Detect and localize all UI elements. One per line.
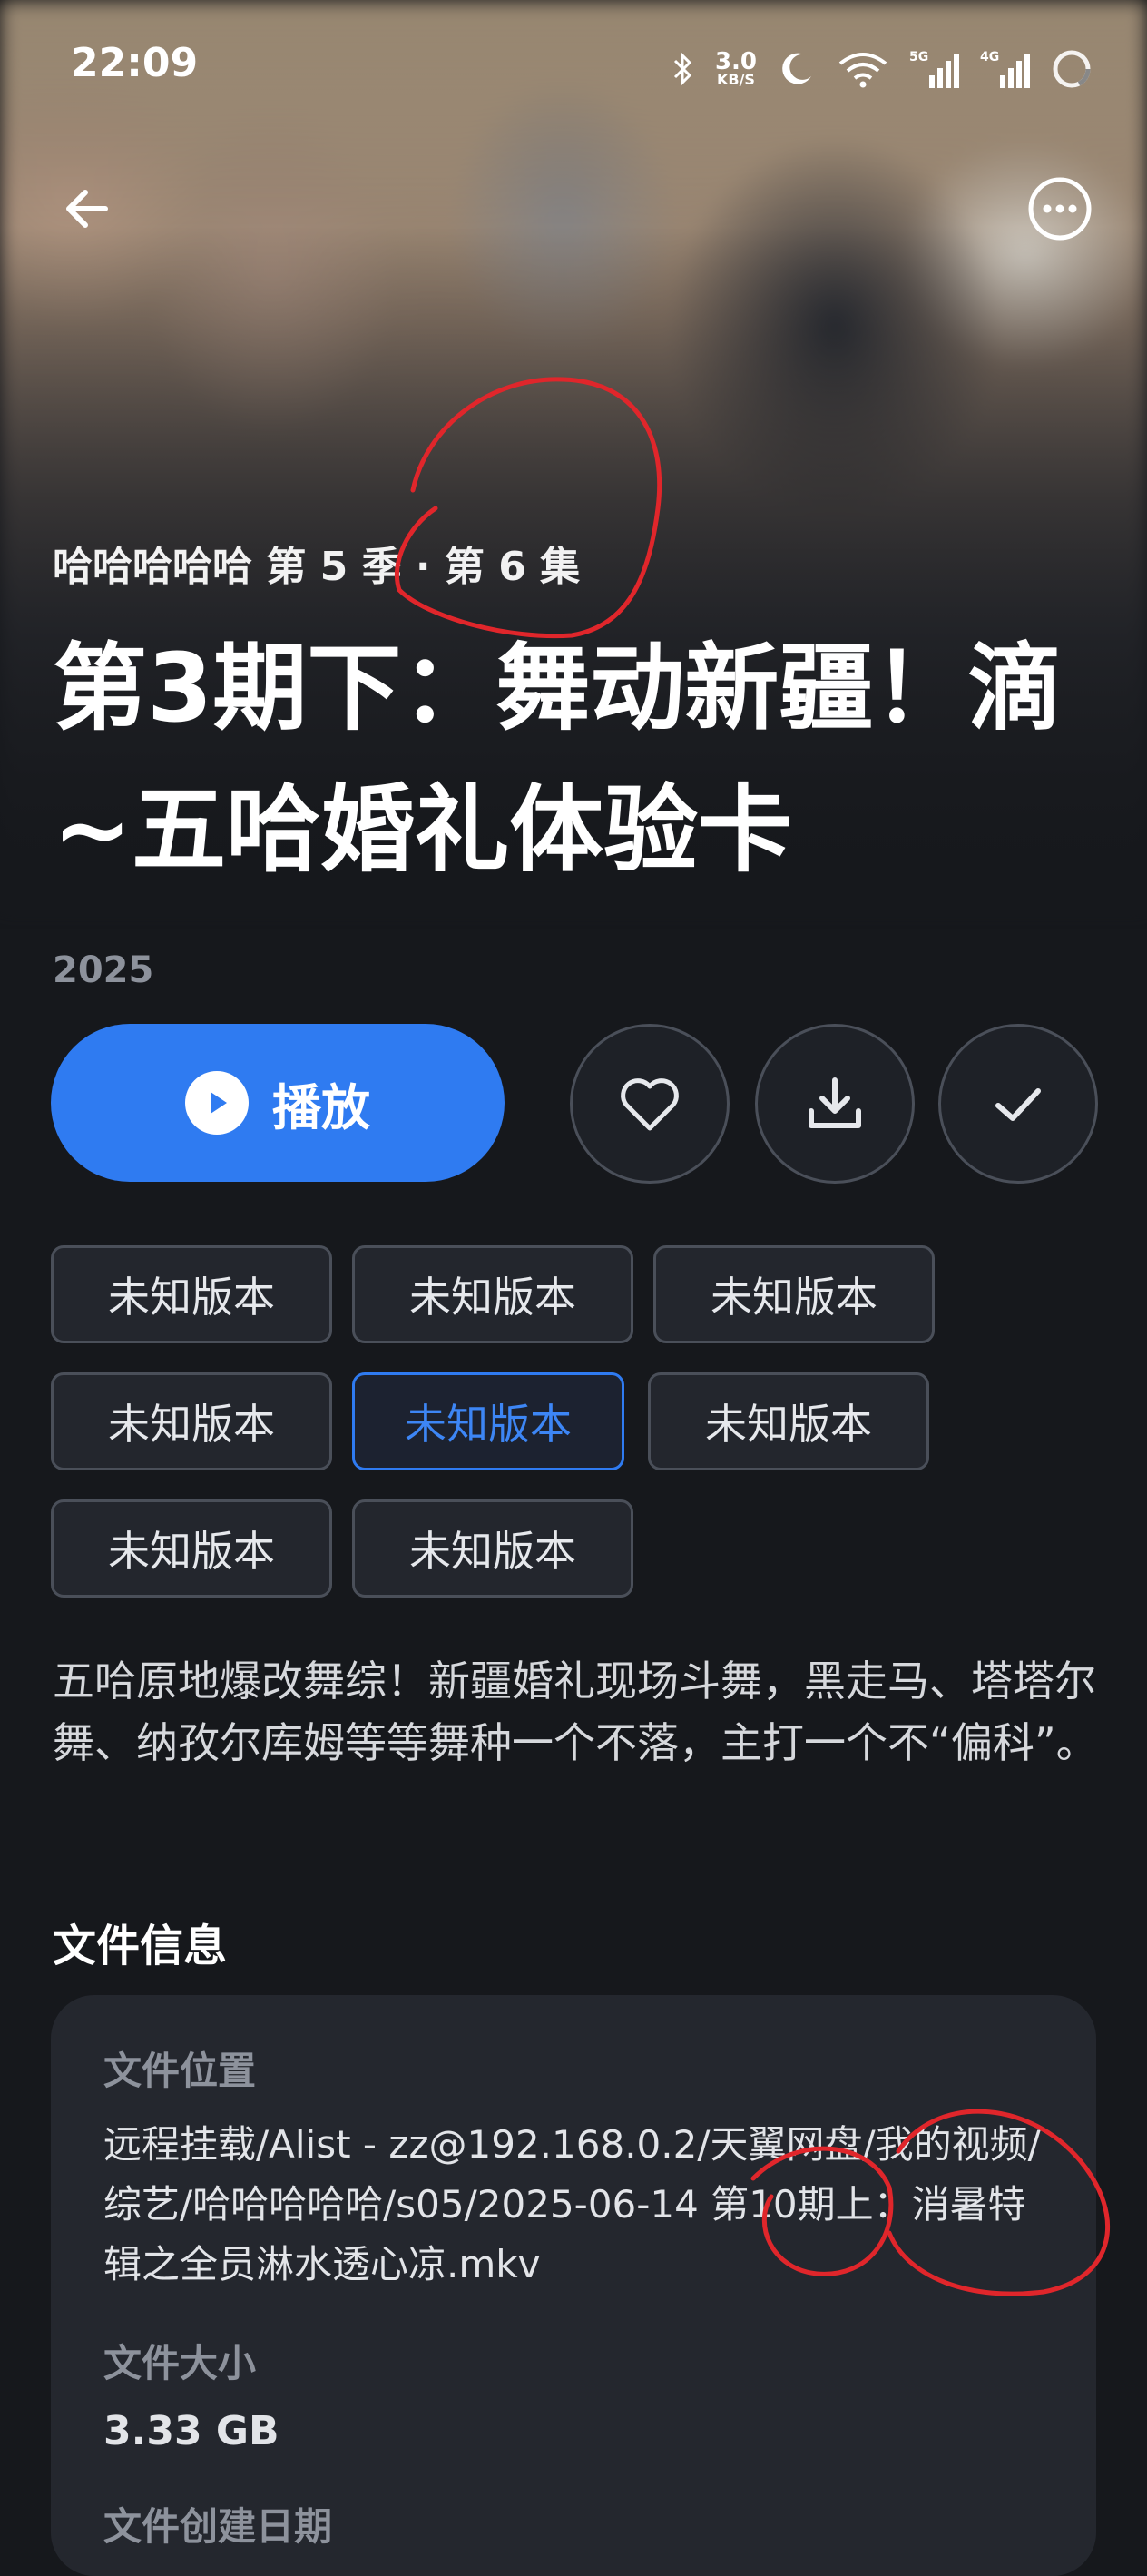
heart-icon xyxy=(621,1078,679,1131)
episode-description: 五哈原地爆改舞综！新疆婚礼现场斗舞，黑走马、塔塔尔舞、纳孜尔库姆等等舞种一个不落… xyxy=(53,1657,1098,1767)
file-size-label: 文件大小 xyxy=(103,2341,257,2385)
mark-watched-button[interactable] xyxy=(938,1024,1098,1184)
version-chip[interactable]: 未知版本 xyxy=(51,1372,332,1470)
file-info-card: 文件位置 远程挂载/Alist - zz@192.168.0.2/天翼网盘/我的… xyxy=(51,1995,1096,2576)
bluetooth-icon xyxy=(672,51,695,87)
series-season-episode: 哈哈哈哈哈 第 5 季 · 第 6 集 xyxy=(53,544,581,590)
version-chip-selected[interactable]: 未知版本 xyxy=(352,1372,624,1470)
arrow-left-icon xyxy=(66,190,108,228)
play-button[interactable]: 播放 xyxy=(51,1024,505,1182)
network-speed: 3.0 KB/S xyxy=(714,48,757,88)
more-options-button[interactable] xyxy=(1024,172,1096,245)
version-chip[interactable]: 未知版本 xyxy=(648,1372,929,1470)
check-icon xyxy=(995,1088,1041,1121)
wifi-icon xyxy=(837,49,889,89)
back-button[interactable] xyxy=(51,172,123,245)
favorite-button[interactable] xyxy=(570,1024,730,1184)
more-circle-icon xyxy=(1028,177,1092,241)
status-icons: 3.0 KB/S 5G 4G xyxy=(672,42,1093,96)
battery-ring-icon xyxy=(1051,48,1093,90)
signal-4g-label: 4G xyxy=(980,50,999,64)
version-chip[interactable]: 未知版本 xyxy=(51,1245,332,1343)
status-time: 22:09 xyxy=(71,40,199,86)
file-info-heading: 文件信息 xyxy=(53,1921,228,1971)
file-location-label: 文件位置 xyxy=(103,2049,257,2093)
signal-4g-icon: 4G xyxy=(980,48,1031,90)
file-size-value: 3.33 GB xyxy=(103,2408,279,2454)
download-button[interactable] xyxy=(755,1024,915,1184)
version-chip[interactable]: 未知版本 xyxy=(51,1499,332,1598)
release-year: 2025 xyxy=(53,949,154,991)
episode-title: 第3期下：舞动新疆！滴~五哈婚礼体验卡 xyxy=(53,633,1063,885)
play-icon xyxy=(185,1071,249,1135)
version-chip[interactable]: 未知版本 xyxy=(352,1499,633,1598)
network-speed-unit: KB/S xyxy=(716,71,755,88)
network-speed-value: 3.0 xyxy=(714,48,757,75)
download-icon xyxy=(809,1077,861,1128)
status-bar: 22:09 3.0 KB/S 5G 4G xyxy=(0,0,1147,136)
moon-icon xyxy=(777,49,817,89)
version-chip[interactable]: 未知版本 xyxy=(352,1245,633,1343)
file-location-value: 远程挂载/Alist - zz@192.168.0.2/天翼网盘/我的视频/综艺… xyxy=(103,2122,1041,2286)
version-chip[interactable]: 未知版本 xyxy=(653,1245,935,1343)
play-label: 播放 xyxy=(272,1078,370,1136)
signal-5g-label: 5G xyxy=(909,50,928,64)
file-created-label: 文件创建日期 xyxy=(103,2504,333,2549)
signal-5g-icon: 5G xyxy=(909,48,960,90)
